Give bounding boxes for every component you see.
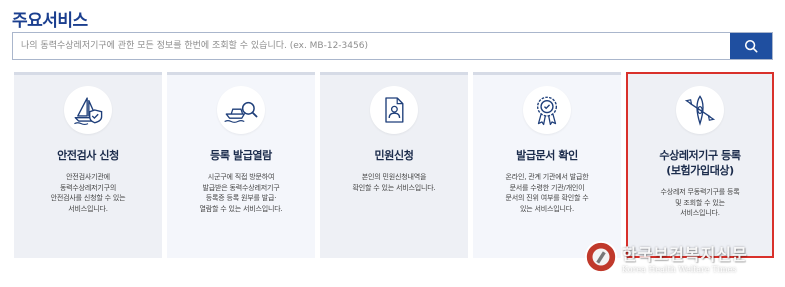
- card-top-strip: [167, 72, 315, 75]
- service-cards: 안전검사 신청 안전검사기관에 동력수상레저기구의 안전검사를 신청할 수 있는…: [14, 72, 776, 258]
- icon-circle: [217, 86, 265, 134]
- card-civil-petition[interactable]: 민원신청 본인의 민원신청내역을 확인할 수 있는 서비스입니다.: [320, 72, 468, 258]
- icon-circle: [676, 86, 724, 134]
- search-button[interactable]: [730, 33, 772, 59]
- card-top-strip: [473, 72, 621, 75]
- card-description: 본인의 민원신청내역을 확인할 수 있는 서비스입니다.: [352, 173, 436, 192]
- certificate-badge-icon: [536, 96, 558, 126]
- section-title: 주요서비스: [12, 11, 88, 31]
- watermark: 한국보건복지신문 Korea Health Welfare Times: [584, 233, 784, 281]
- icon-circle: [64, 86, 112, 134]
- card-safety-inspection[interactable]: 안전검사 신청 안전검사기관에 동력수상레저기구의 안전검사를 신청할 수 있는…: [14, 72, 162, 258]
- card-description: 시군구에 직접 방문하여 발급받은 동력수상레저기구 등록증 등록 원부를 발급…: [199, 173, 283, 213]
- card-title: 민원신청: [374, 149, 414, 162]
- icon-circle: [523, 86, 571, 134]
- card-top-strip: [14, 72, 162, 75]
- search-input[interactable]: [13, 33, 730, 59]
- card-title: 수상레저기구 등록 (보험가입대상): [659, 149, 741, 177]
- search-bar: [12, 32, 773, 60]
- card-title: 등록 발급열람: [210, 149, 272, 162]
- card-water-leisure-registration[interactable]: 수상레저기구 등록 (보험가입대상) 수상레저 무동력기구를 등록 및 조회할 …: [626, 72, 774, 258]
- document-person-icon: [385, 97, 404, 123]
- card-title: 발급문서 확인: [516, 149, 578, 162]
- icon-circle: [370, 86, 418, 134]
- card-description: 온라인, 관계 기관에서 발급한 문서를 수령한 기관/개인이 문서의 진위 여…: [505, 173, 589, 213]
- search-icon: [744, 39, 758, 53]
- card-description: 수상레저 무동력기구를 등록 및 조회할 수 있는 서비스입니다.: [660, 188, 740, 217]
- watermark-english: Korea Health Welfare Times: [622, 264, 737, 274]
- card-registration-issuance[interactable]: 등록 발급열람 시군구에 직접 방문하여 발급받은 동력수상레저기구 등록증 등…: [167, 72, 315, 258]
- boat-search-icon: [224, 101, 258, 123]
- newspaper-logo-icon: [584, 240, 618, 274]
- kayak-paddle-icon: [684, 95, 716, 126]
- watermark-korean: 한국보건복지신문: [622, 244, 748, 264]
- card-top-strip: [320, 72, 468, 75]
- card-description: 안전검사기관에 동력수상레저기구의 안전검사를 신청할 수 있는 서비스입니다.: [50, 173, 126, 213]
- card-title: 안전검사 신청: [57, 149, 119, 162]
- sailboat-shield-icon: [74, 97, 103, 126]
- card-document-verification[interactable]: 발급문서 확인 온라인, 관계 기관에서 발급한 문서를 수령한 기관/개인이 …: [473, 72, 621, 258]
